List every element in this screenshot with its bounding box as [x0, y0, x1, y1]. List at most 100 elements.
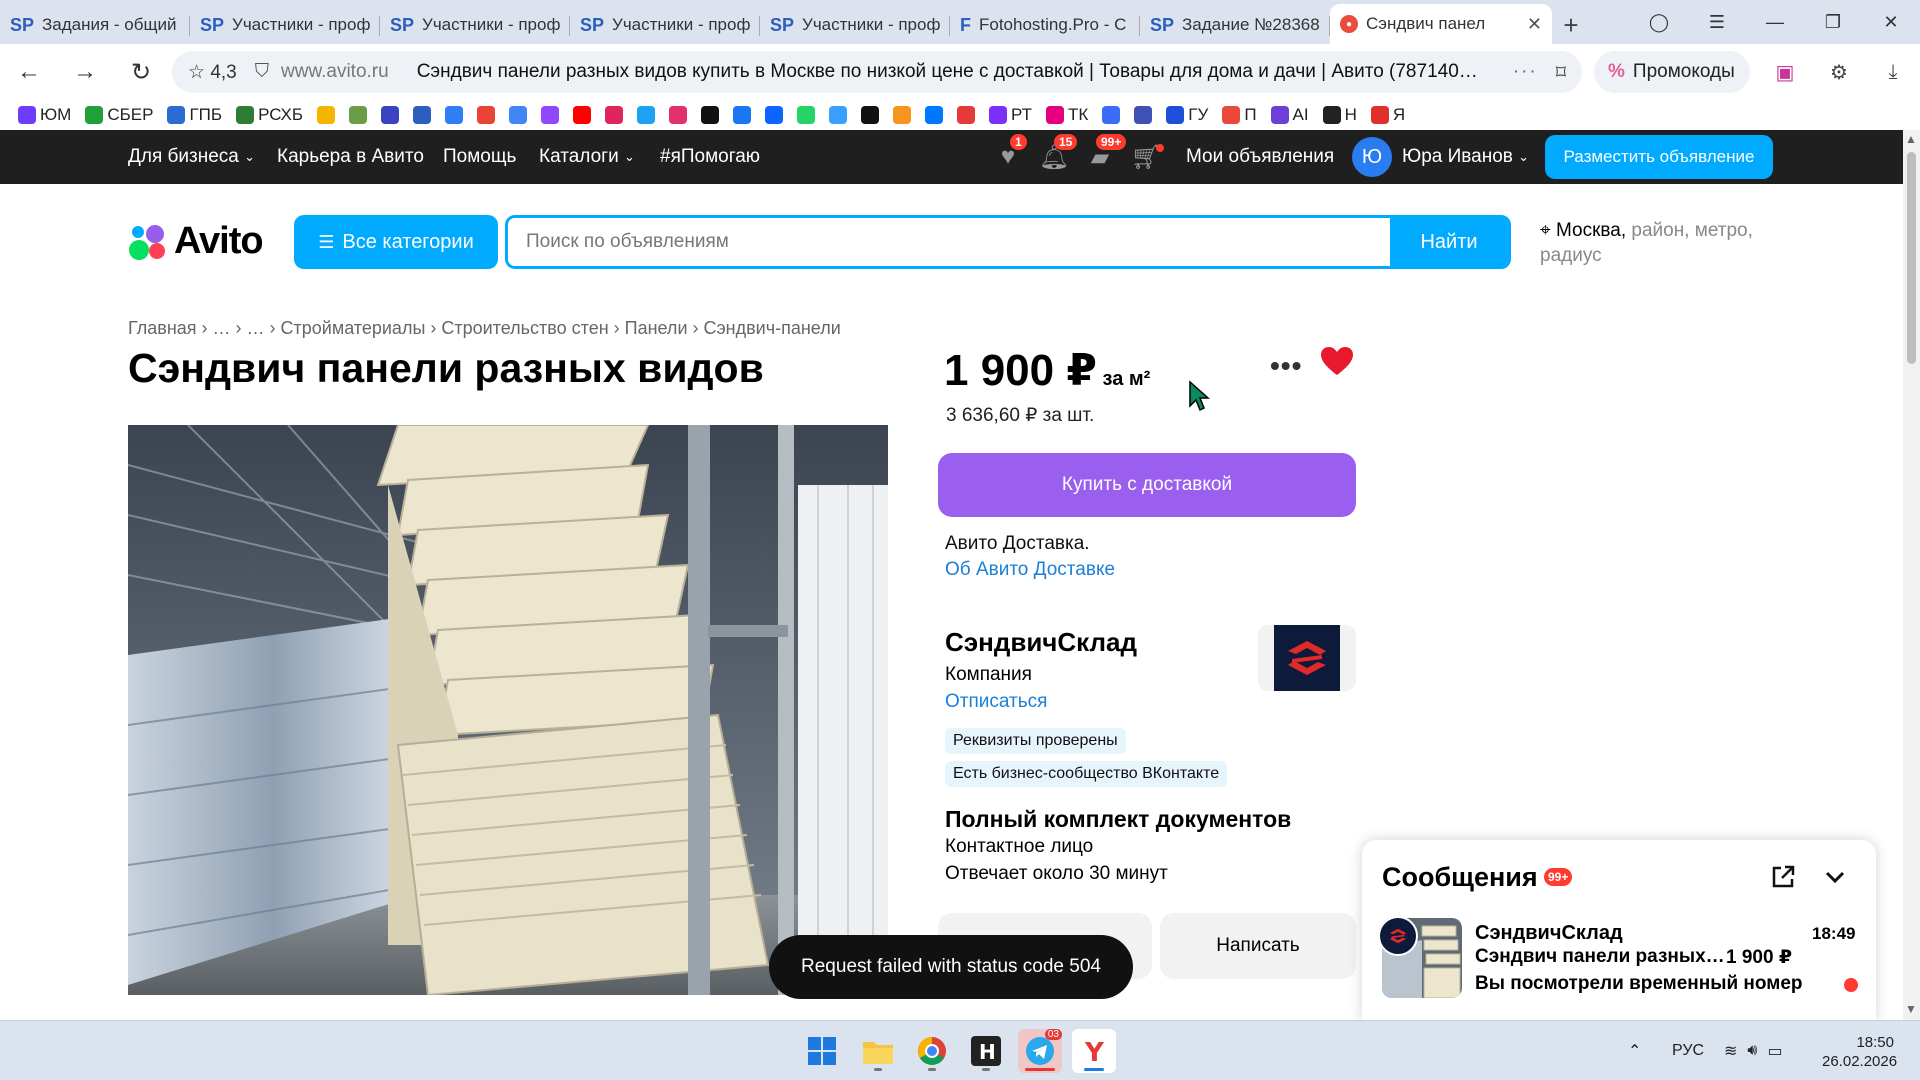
bookmark-item[interactable] — [317, 106, 336, 124]
page-scrollbar[interactable]: ▲ ▼ — [1903, 130, 1920, 1020]
more-options-icon[interactable]: ••• — [1270, 350, 1302, 382]
reload-icon[interactable]: ↻ — [114, 58, 168, 87]
listing-photo[interactable] — [128, 425, 888, 995]
browser-tab[interactable]: SP Задания - общий с — [0, 6, 190, 44]
bookmark-item[interactable] — [733, 106, 752, 124]
cart-button[interactable]: 🛒︎ — [1128, 130, 1164, 184]
new-tab-button[interactable]: + — [1552, 6, 1590, 44]
bookmark-item[interactable] — [957, 106, 976, 124]
bookmark-icon[interactable]: ⌑ — [1556, 60, 1566, 85]
chrome-icon[interactable] — [910, 1029, 954, 1073]
browser-tab[interactable]: SP Участники - проф — [380, 6, 570, 44]
seller-name[interactable]: СэндвичСклад — [945, 627, 1137, 658]
bookmark-item[interactable] — [605, 106, 624, 124]
collapse-chevron-icon[interactable] — [1822, 864, 1848, 890]
bookmark-item[interactable]: Я — [1370, 105, 1405, 125]
tray-icons[interactable]: ≋ 🔊︎ ▭ — [1724, 1021, 1783, 1080]
bookmark-item[interactable]: ГУ — [1166, 105, 1208, 125]
bookmark-item[interactable] — [669, 106, 688, 124]
messages-button[interactable]: ▰ 99+ — [1082, 130, 1127, 184]
delivery-info-link[interactable]: Об Авито Доставке — [945, 559, 1115, 581]
help-link[interactable]: Помощь — [443, 130, 516, 184]
system-clock[interactable]: 18:50 26.02.2026 — [1822, 1033, 1897, 1071]
unsubscribe-link[interactable]: Отписаться — [945, 691, 1047, 713]
bookmark-item[interactable] — [541, 106, 560, 124]
seller-tag-vk-community[interactable]: Есть бизнес-сообщество ВКонтакте — [945, 761, 1228, 787]
catalogs-menu[interactable]: Каталоги ⌄ — [539, 130, 635, 184]
file-explorer-icon[interactable] — [856, 1029, 900, 1073]
bookmark-item[interactable] — [925, 106, 944, 124]
browser-tab[interactable]: SP Участники - проф — [760, 6, 950, 44]
avito-logo[interactable]: Avito — [128, 220, 264, 263]
notifications-button[interactable]: 🔔︎ 15 — [1036, 130, 1078, 184]
favorite-heart-icon[interactable] — [1320, 346, 1354, 381]
user-menu[interactable]: Ю Юра Иванов ⌄ — [1352, 130, 1529, 184]
bookmark-item[interactable] — [477, 106, 496, 124]
write-message-button[interactable]: Написать — [1160, 913, 1356, 979]
close-window-icon[interactable]: ✕ — [1862, 12, 1920, 33]
favorites-button[interactable]: ♥ 1 — [990, 130, 1027, 184]
buy-with-delivery-button[interactable]: Купить с доставкой — [938, 453, 1356, 517]
bookmark-item[interactable]: РСХБ — [236, 105, 303, 125]
image-icon[interactable]: ▣ — [1758, 60, 1812, 85]
seller-logo[interactable] — [1258, 625, 1356, 691]
for-business-menu[interactable]: Для бизнеса ⌄ — [128, 130, 255, 184]
bookmark-item[interactable]: ТК — [1046, 105, 1088, 125]
bookmark-item[interactable]: ЮМ — [18, 105, 71, 125]
open-external-icon[interactable] — [1770, 864, 1796, 890]
bookmark-item[interactable] — [893, 106, 912, 124]
my-ads-link[interactable]: Мои объявления — [1186, 130, 1334, 184]
bookmark-item[interactable] — [349, 106, 368, 124]
scrollbar-thumb[interactable] — [1907, 152, 1916, 364]
bookmark-item[interactable] — [445, 106, 464, 124]
bookmark-item[interactable] — [861, 106, 880, 124]
tabs-menu-icon[interactable]: ☰ — [1688, 12, 1746, 33]
url-field[interactable]: ☆ 4,3 ⛉ www.avito.ru Сэндвич панели разн… — [172, 51, 1582, 93]
bookmark-item[interactable] — [509, 106, 528, 124]
breadcrumb[interactable]: Главная › … › … › Стройматериалы › Строи… — [128, 318, 841, 339]
bookmark-item[interactable]: П — [1222, 105, 1257, 125]
bookmark-item[interactable] — [1102, 106, 1121, 124]
bookmark-item[interactable]: Н — [1322, 105, 1357, 125]
profile-icon[interactable]: ◯ — [1630, 12, 1688, 33]
bookmark-item[interactable] — [413, 106, 432, 124]
browser-tab[interactable]: SP Участники - проф — [190, 6, 380, 44]
bookmark-item[interactable] — [381, 106, 400, 124]
bookmark-item[interactable] — [1134, 106, 1153, 124]
browser-tab[interactable]: SP Задание №28368 — [1140, 6, 1330, 44]
minimize-icon[interactable]: — — [1746, 12, 1804, 33]
telegram-icon[interactable]: 03 — [1018, 1029, 1062, 1073]
browser-tab-active[interactable]: ● Сэндвич панел ✕ — [1330, 4, 1552, 44]
post-ad-button[interactable]: Разместить объявление — [1545, 135, 1773, 179]
yandex-browser-icon[interactable]: Y — [1072, 1029, 1116, 1073]
promo-button[interactable]: % Промокоды — [1594, 51, 1750, 93]
bookmark-item[interactable] — [765, 106, 784, 124]
close-tab-icon[interactable]: ✕ — [1527, 14, 1542, 35]
browser-tab[interactable]: SP Участники - проф — [570, 6, 760, 44]
restore-icon[interactable]: ❐ — [1804, 12, 1862, 33]
search-input[interactable] — [508, 218, 1390, 266]
scroll-up-icon[interactable]: ▲ — [1905, 132, 1917, 146]
forward-icon[interactable]: → — [58, 58, 112, 86]
all-categories-button[interactable]: ☰ Все категории — [294, 215, 498, 269]
more-icon[interactable]: ··· — [1513, 61, 1538, 83]
bookmark-item[interactable]: AI — [1270, 105, 1309, 125]
start-icon[interactable] — [800, 1029, 844, 1073]
shield-icon[interactable]: ⛉ — [255, 61, 269, 83]
bookmark-item[interactable] — [637, 106, 656, 124]
tray-chevron-icon[interactable]: ⌃ — [1628, 1021, 1641, 1080]
bookmark-item[interactable] — [797, 106, 816, 124]
back-icon[interactable]: ← — [2, 58, 56, 86]
career-link[interactable]: Карьера в Авито — [277, 130, 424, 184]
bookmark-item[interactable]: ГПБ — [167, 105, 222, 125]
bookmark-item[interactable] — [701, 106, 720, 124]
extensions-icon[interactable]: ⚙ — [1812, 60, 1866, 85]
find-button[interactable]: Найти — [1390, 218, 1508, 266]
site-rating[interactable]: ☆ 4,3 — [188, 61, 237, 84]
app-h-icon[interactable]: H — [964, 1029, 1008, 1073]
bookmark-item[interactable] — [573, 106, 592, 124]
bookmark-item[interactable]: СБЕР — [85, 105, 153, 125]
language-indicator[interactable]: РУС — [1672, 1021, 1704, 1080]
location-selector[interactable]: ⌖ Москва, район, метро, радиус — [1540, 218, 1780, 268]
browser-tab[interactable]: F Fotohosting.Pro - С — [950, 6, 1140, 44]
